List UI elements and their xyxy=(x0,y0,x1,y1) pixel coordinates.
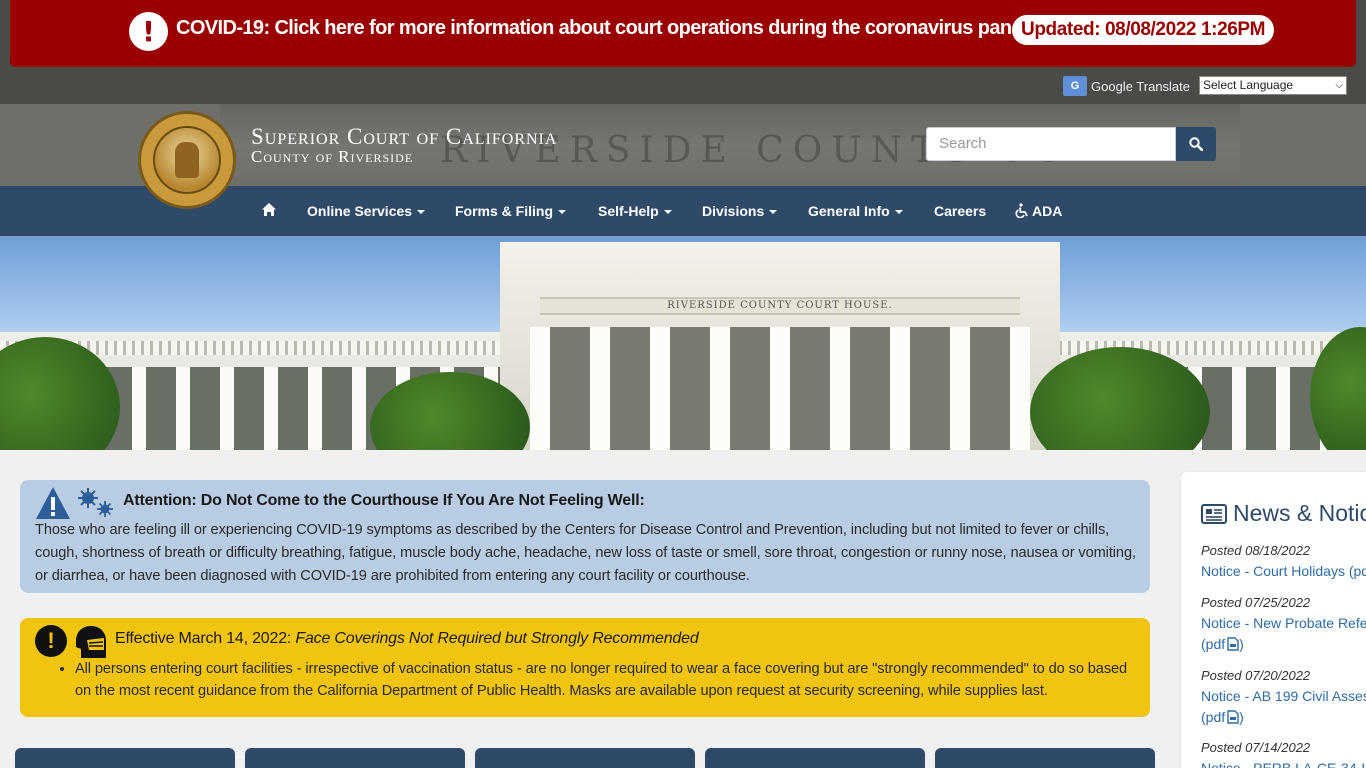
language-select[interactable]: Select Language ⌵ xyxy=(1199,76,1347,95)
quick-link-tile[interactable] xyxy=(475,748,695,768)
news-title-text: News & Notic xyxy=(1233,500,1366,526)
nav-forms-filing-label: Forms & Filing xyxy=(455,203,553,219)
nav-self-help[interactable]: Self-Help xyxy=(598,203,672,219)
mask-alert-bullet: All persons entering court facilities - … xyxy=(75,658,1145,702)
court-seal-logo[interactable] xyxy=(138,111,236,209)
news-title: News & Notic xyxy=(1201,500,1366,527)
covid-banner[interactable]: ! COVID-19: Click here for more informat… xyxy=(10,0,1356,67)
health-alert-heading: Attention: Do Not Come to the Courthouse… xyxy=(123,492,645,509)
quick-link-tile[interactable] xyxy=(935,748,1155,768)
caret-down-icon xyxy=(894,210,903,215)
caret-down-icon xyxy=(417,210,426,215)
quick-link-tile[interactable] xyxy=(15,748,235,768)
google-translate-icon: G xyxy=(1063,76,1087,96)
wheelchair-icon xyxy=(1015,203,1028,219)
caret-down-icon xyxy=(769,210,778,215)
nav-ada[interactable]: ADA xyxy=(1015,203,1062,219)
courthouse-hero-image: RIVERSIDE COUNTY COURT HOUSE. xyxy=(0,237,1366,450)
health-alert-body: Those who are feeling ill or experiencin… xyxy=(35,522,1136,584)
search-icon xyxy=(1189,137,1203,151)
news-link[interactable]: Notice - Court Holidays (pd xyxy=(1201,561,1366,582)
nav-forms-filing[interactable]: Forms & Filing xyxy=(455,203,566,219)
nav-self-help-label: Self-Help xyxy=(598,203,659,219)
google-translate-label: Google Translate xyxy=(1091,78,1191,94)
quick-link-tile[interactable] xyxy=(705,748,925,768)
nav-general-info[interactable]: General Info xyxy=(808,203,903,219)
mask-alert-list: All persons entering court facilities - … xyxy=(75,658,1145,702)
nav-general-info-label: General Info xyxy=(808,203,890,219)
news-date: Posted 07/25/2022 xyxy=(1201,595,1311,610)
nav-online-services-label: Online Services xyxy=(307,203,413,219)
news-link[interactable]: Notice - PERB LA-CE-34-I xyxy=(1201,758,1366,768)
newspaper-icon xyxy=(1201,504,1227,524)
warning-triangle-icon xyxy=(36,487,70,519)
search-button[interactable] xyxy=(1176,127,1216,161)
news-link-pdf[interactable]: (pdf) xyxy=(1201,707,1366,728)
news-link-pdf-label: (pdf xyxy=(1201,636,1226,652)
google-translate: G Google Translate xyxy=(1063,76,1190,96)
health-alert: Attention: Do Not Come to the Courthouse… xyxy=(20,480,1150,593)
language-select-value: Select Language xyxy=(1203,78,1294,92)
search-input[interactable]: Search xyxy=(926,127,1176,161)
news-link[interactable]: Notice - New Probate Refer xyxy=(1201,613,1366,634)
news-link-pdf[interactable]: (pdf) xyxy=(1201,634,1366,655)
news-link[interactable]: Notice - AB 199 Civil Assess xyxy=(1201,686,1366,707)
site-title-line2: County of Riverside xyxy=(251,147,414,166)
news-link-pdf-label: (pdf xyxy=(1201,709,1226,725)
nav-divisions[interactable]: Divisions xyxy=(702,203,778,219)
site-title[interactable]: Superior Court of California County of R… xyxy=(251,124,557,166)
nav-careers[interactable]: Careers xyxy=(934,203,986,219)
news-date: Posted 08/18/2022 xyxy=(1201,543,1311,558)
news-panel: News & Notic Posted 08/18/2022 Notice - … xyxy=(1181,472,1366,768)
exclamation-circle-icon: ! xyxy=(35,625,67,657)
seal-emblem xyxy=(153,126,221,194)
hero-frieze-text: RIVERSIDE COUNTY COURT HOUSE. xyxy=(540,297,1020,315)
caret-down-icon xyxy=(558,210,566,215)
pdf-file-icon xyxy=(1227,710,1239,724)
mask-alert-heading-prefix: Effective March 14, 2022: xyxy=(115,630,296,647)
pdf-file-icon xyxy=(1227,637,1239,651)
home-icon[interactable] xyxy=(261,202,277,220)
nav-online-services[interactable]: Online Services xyxy=(307,203,426,219)
hero-portico-columns xyxy=(530,327,1030,450)
virus-icon xyxy=(78,488,113,517)
nav-ada-label: ADA xyxy=(1032,203,1063,219)
news-date: Posted 07/14/2022 xyxy=(1201,740,1311,755)
quick-link-tile[interactable] xyxy=(245,748,465,768)
hero-portico: RIVERSIDE COUNTY COURT HOUSE. xyxy=(500,242,1060,450)
face-mask-icon xyxy=(76,626,106,658)
nav-divisions-label: Divisions xyxy=(702,203,765,219)
covid-updated-badge: Updated: 08/08/2022 1:26PM xyxy=(1012,15,1275,45)
mask-alert: ! Effective March 14, 2022: Face Coverin… xyxy=(20,618,1150,717)
news-date: Posted 07/20/2022 xyxy=(1201,668,1311,683)
mask-alert-heading: Effective March 14, 2022: Face Coverings… xyxy=(115,630,699,648)
exclamation-circle-icon: ! xyxy=(129,12,168,51)
caret-down-icon xyxy=(663,210,672,215)
mask-alert-heading-emphasis: Face Coverings Not Required but Strongly… xyxy=(295,630,699,647)
chevron-down-icon: ⌵ xyxy=(1335,80,1343,91)
covid-banner-link[interactable]: COVID-19: Click here for more informatio… xyxy=(176,17,1067,40)
